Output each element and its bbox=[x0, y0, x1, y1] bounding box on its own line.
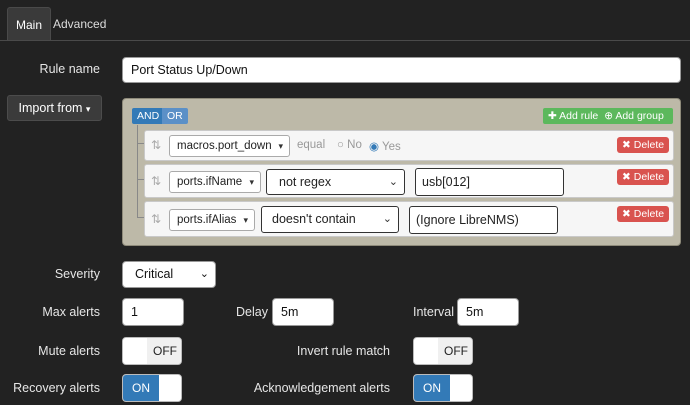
toggle-state: ON bbox=[123, 375, 159, 401]
delete-label: Delete bbox=[633, 208, 665, 220]
rule-field-value: ports.ifAlias bbox=[177, 214, 237, 226]
rule-field-select[interactable]: ports.ifName ▾ bbox=[169, 171, 261, 193]
recovery-alerts-label: Recovery alerts bbox=[13, 381, 100, 395]
tab-advanced[interactable]: Advanced bbox=[45, 7, 114, 41]
add-group-label: Add group bbox=[615, 110, 664, 122]
chevron-down-icon: ▾ bbox=[85, 104, 91, 114]
toggle-state: OFF bbox=[438, 338, 472, 364]
import-from-button[interactable]: Import from ▾ bbox=[7, 95, 102, 121]
rule-row: ⇅ ports.ifAlias ▾ doesn't contain ⌄ (Ignor… bbox=[144, 201, 674, 237]
recovery-alerts-toggle[interactable]: ON bbox=[122, 374, 182, 402]
tree-connector bbox=[137, 125, 144, 218]
delay-label: Delay bbox=[236, 305, 268, 319]
toggle-state: OFF bbox=[147, 338, 181, 364]
delete-rule-button[interactable]: ✖ Delete bbox=[617, 206, 670, 222]
tab-divider bbox=[0, 40, 690, 41]
mute-alerts-toggle[interactable]: OFF bbox=[122, 337, 182, 365]
interval-input[interactable]: 5m bbox=[457, 298, 519, 326]
toggle-knob bbox=[450, 375, 472, 401]
delete-rule-button[interactable]: ✖ Delete bbox=[617, 137, 670, 153]
toggle-state: ON bbox=[414, 375, 450, 401]
ack-alerts-label: Acknowledgement alerts bbox=[253, 381, 390, 395]
import-from-label: Import from bbox=[18, 101, 83, 115]
rule-field-select[interactable]: macros.port_down ▾ bbox=[169, 135, 290, 157]
radio-no[interactable]: ○ No bbox=[337, 139, 362, 151]
and-button[interactable]: AND bbox=[132, 108, 165, 124]
toggle-knob bbox=[159, 375, 181, 401]
plus-icon: ✚ bbox=[548, 110, 557, 122]
tab-main-label: Main bbox=[16, 18, 43, 32]
rule-value-input[interactable]: usb[012] bbox=[415, 168, 564, 196]
rule-name-input[interactable]: Port Status Up/Down bbox=[122, 57, 681, 83]
rule-field-value: macros.port_down bbox=[177, 140, 272, 152]
chevron-down-icon: ⌄ bbox=[388, 176, 398, 188]
rule-operator-select[interactable]: doesn't contain ⌄ bbox=[261, 206, 399, 233]
radio-yes-label: Yes bbox=[382, 141, 401, 153]
rule-field-value: ports.ifName bbox=[177, 176, 243, 188]
rule-row: ⇅ macros.port_down ▾ equal ○ No ◉ Yes ✖ D… bbox=[144, 130, 674, 161]
add-rule-label: Add rule bbox=[559, 110, 599, 122]
delete-label: Delete bbox=[633, 139, 665, 151]
x-icon: ✖ bbox=[622, 208, 631, 220]
sort-handle-icon[interactable]: ⇅ bbox=[151, 212, 161, 226]
add-rule-button[interactable]: ✚ Add rule bbox=[548, 110, 598, 122]
ack-alerts-toggle[interactable]: ON bbox=[413, 374, 473, 402]
chevron-down-icon: ▾ bbox=[249, 177, 254, 187]
rule-value-input[interactable]: (Ignore LibreNMS) bbox=[409, 206, 558, 234]
and-label: AND bbox=[137, 110, 160, 122]
rule-field-select[interactable]: ports.ifAlias ▾ bbox=[169, 209, 255, 231]
max-alerts-input[interactable]: 1 bbox=[122, 298, 184, 326]
rule-name-label: Rule name bbox=[39, 62, 100, 76]
add-group-button[interactable]: ⊕ Add group bbox=[604, 110, 664, 122]
radio-yes[interactable]: ◉ Yes bbox=[369, 139, 401, 153]
chevron-down-icon: ▾ bbox=[278, 141, 283, 151]
add-buttons-group: ✚ Add rule ⊕ Add group bbox=[543, 108, 673, 124]
toggle-knob bbox=[414, 338, 438, 364]
delay-input[interactable]: 5m bbox=[272, 298, 334, 326]
severity-value: Critical bbox=[135, 267, 174, 281]
sort-handle-icon[interactable]: ⇅ bbox=[151, 174, 161, 188]
max-alerts-label: Max alerts bbox=[42, 305, 100, 319]
chevron-down-icon: ⌄ bbox=[199, 268, 209, 280]
chevron-down-icon: ▾ bbox=[243, 215, 248, 225]
or-label: OR bbox=[167, 110, 183, 122]
x-icon: ✖ bbox=[622, 171, 631, 183]
radio-no-label: No bbox=[347, 139, 362, 151]
delete-rule-button[interactable]: ✖ Delete bbox=[617, 169, 670, 185]
mute-alerts-label: Mute alerts bbox=[38, 344, 100, 358]
chevron-down-icon: ⌄ bbox=[382, 213, 392, 225]
toggle-knob bbox=[123, 338, 147, 364]
invert-rule-toggle[interactable]: OFF bbox=[413, 337, 473, 365]
tab-advanced-label: Advanced bbox=[53, 17, 107, 31]
delete-label: Delete bbox=[633, 171, 665, 183]
query-builder: AND OR ✚ Add rule ⊕ Add group ⇅ macros.p… bbox=[122, 98, 681, 246]
interval-label: Interval bbox=[413, 305, 454, 319]
rule-operator-value: doesn't contain bbox=[272, 212, 356, 226]
severity-select[interactable]: Critical ⌄ bbox=[122, 261, 216, 288]
severity-label: Severity bbox=[54, 267, 100, 281]
invert-rule-label: Invert rule match bbox=[296, 344, 390, 358]
or-button[interactable]: OR bbox=[162, 108, 188, 124]
rule-operator-select[interactable]: not regex ⌄ bbox=[266, 169, 405, 195]
rule-operator: equal bbox=[297, 139, 326, 151]
rule-operator-value: not regex bbox=[279, 175, 332, 189]
rule-row: ⇅ ports.ifName ▾ not regex ⌄ usb[012] ✖ De… bbox=[144, 164, 674, 198]
plus-circle-icon: ⊕ bbox=[604, 110, 613, 122]
sort-handle-icon[interactable]: ⇅ bbox=[151, 138, 161, 152]
x-icon: ✖ bbox=[622, 139, 631, 151]
